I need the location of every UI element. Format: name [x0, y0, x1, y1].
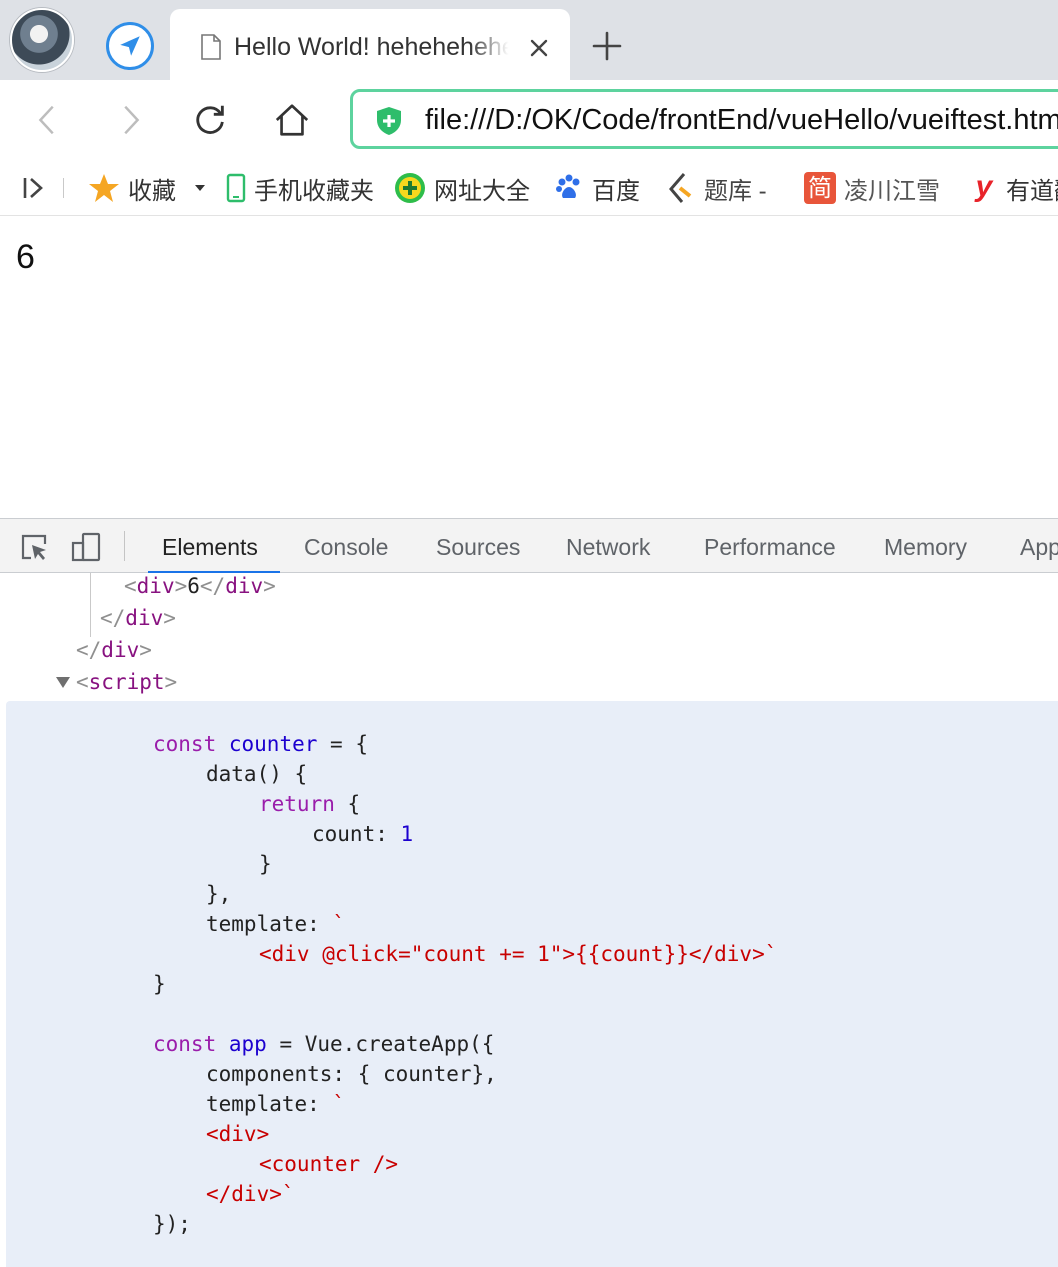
code-line: <counter />	[259, 1152, 399, 1176]
new-tab-button[interactable]	[591, 30, 623, 62]
tab-network[interactable]: Network	[566, 519, 650, 573]
close-icon[interactable]	[527, 36, 551, 60]
code-line: count: 1	[312, 822, 414, 846]
tab-strip: Hello World! hehehehehe	[0, 0, 1058, 80]
url-text[interactable]: file:///D:/OK/Code/frontEnd/vueHello/vue…	[425, 100, 1058, 140]
script-source-block[interactable]: const counter = { data() { return { coun…	[6, 701, 1058, 1267]
bookmark-label: 百度	[592, 177, 640, 205]
star-icon	[89, 174, 119, 202]
devtools-panel: Elements Console Sources Network Perform…	[0, 518, 1058, 1267]
code-line: },	[206, 882, 232, 906]
youdao-icon: y	[975, 170, 993, 203]
bookmarks-bar: 收藏 手机收藏夹 网址大全 百度 题库 - 简 凌川江雪 y 有道	[0, 160, 1058, 216]
code-line: }	[259, 852, 272, 876]
device-toolbar-icon[interactable]	[70, 531, 102, 563]
reload-button[interactable]	[190, 100, 230, 140]
dom-node-div-close-outer[interactable]: </div>	[76, 634, 152, 666]
code-line: data() {	[206, 762, 308, 786]
tab-elements[interactable]: Elements	[148, 519, 280, 574]
browser-toolbar: file:///D:/OK/Code/frontEnd/vueHello/vue…	[0, 80, 1058, 160]
bookmark-label: 收藏	[128, 177, 176, 205]
navigation-extension-icon[interactable]	[106, 22, 154, 70]
dom-node-script[interactable]: <script>	[76, 666, 177, 698]
tab-console[interactable]: Console	[304, 519, 388, 573]
chevron-left-icon	[38, 105, 54, 135]
devtools-tabbar: Elements Console Sources Network Perform…	[0, 519, 1058, 574]
page-icon	[201, 34, 221, 60]
plus-globe-icon	[395, 173, 425, 203]
code-line: });	[153, 1212, 191, 1236]
tab-sources[interactable]: Sources	[436, 519, 520, 573]
page-viewport: 6	[0, 217, 1058, 518]
bookmarks-divider	[63, 178, 64, 198]
back-button[interactable]	[28, 100, 68, 140]
code-line: }	[153, 972, 166, 996]
bookmark-label: 手机收藏夹	[254, 177, 374, 205]
code-line: const app = Vue.createApp({	[153, 1032, 495, 1056]
shield-icon[interactable]	[373, 105, 405, 137]
tab-title-fade	[470, 29, 518, 65]
tab-performance[interactable]: Performance	[704, 519, 836, 573]
dom-node-div-inner[interactable]: <div>6</div>	[124, 570, 276, 602]
expand-triangle-icon[interactable]	[56, 677, 70, 688]
dom-node-div-close[interactable]: </div>	[100, 602, 176, 634]
reload-icon	[196, 105, 224, 134]
indent-guide	[90, 573, 91, 603]
tab-hello-world[interactable]: Hello World! hehehehehe	[170, 9, 570, 80]
home-button[interactable]	[272, 100, 312, 140]
code-line: components: { counter},	[206, 1062, 497, 1086]
bookmark-mobile[interactable]: 手机收藏夹	[226, 170, 374, 206]
sidebar-toggle-icon[interactable]	[20, 174, 48, 202]
jian-icon: 简	[804, 172, 836, 204]
inspect-element-icon[interactable]	[18, 531, 50, 563]
code-line: <div>	[206, 1122, 270, 1146]
bookmark-lingchuan[interactable]: 简 凌川江雪	[804, 170, 940, 206]
code-line: template: `	[206, 912, 346, 936]
bookmark-youdao[interactable]: y 有道翻译	[970, 170, 1058, 206]
tab-memory[interactable]: Memory	[884, 519, 967, 573]
bookmark-favorites[interactable]: 收藏	[88, 170, 206, 206]
bookmark-label: 网址大全	[434, 177, 530, 205]
address-bar[interactable]: file:///D:/OK/Code/frontEnd/vueHello/vue…	[350, 89, 1058, 149]
code-line: return {	[259, 792, 361, 816]
caret-down-icon[interactable]	[194, 183, 206, 193]
indent-guide	[90, 603, 91, 637]
elements-tree: <div>6</div> </div> </div> <script> cons…	[0, 573, 1058, 1267]
home-icon	[275, 104, 309, 136]
bookmark-baidu[interactable]: 百度	[554, 170, 640, 206]
forward-button[interactable]	[110, 100, 150, 140]
code-line: template: `	[206, 1092, 346, 1116]
code-line: </div>`	[206, 1182, 295, 1206]
devtools-divider	[124, 531, 125, 561]
counter-output[interactable]: 6	[16, 237, 35, 277]
chevron-right-icon	[124, 105, 140, 135]
mobile-icon	[226, 173, 246, 203]
bookmark-site-navigation[interactable]: 网址大全	[394, 170, 530, 206]
bookmark-label: 凌川江雪	[844, 177, 940, 205]
profile-avatar[interactable]	[10, 8, 74, 72]
code-line: <div @click="count += 1">{{count}}</div>…	[259, 942, 778, 966]
bookmark-question-bank[interactable]: 题库 -	[666, 170, 767, 206]
tab-application[interactable]: Application	[1020, 519, 1058, 573]
baidu-paw-icon	[556, 174, 580, 198]
bookmark-label: 有道翻译	[1006, 177, 1058, 205]
code-line: const counter = {	[153, 732, 368, 756]
bookmark-label: 题库 -	[704, 177, 767, 205]
tiku-icon	[669, 173, 692, 203]
